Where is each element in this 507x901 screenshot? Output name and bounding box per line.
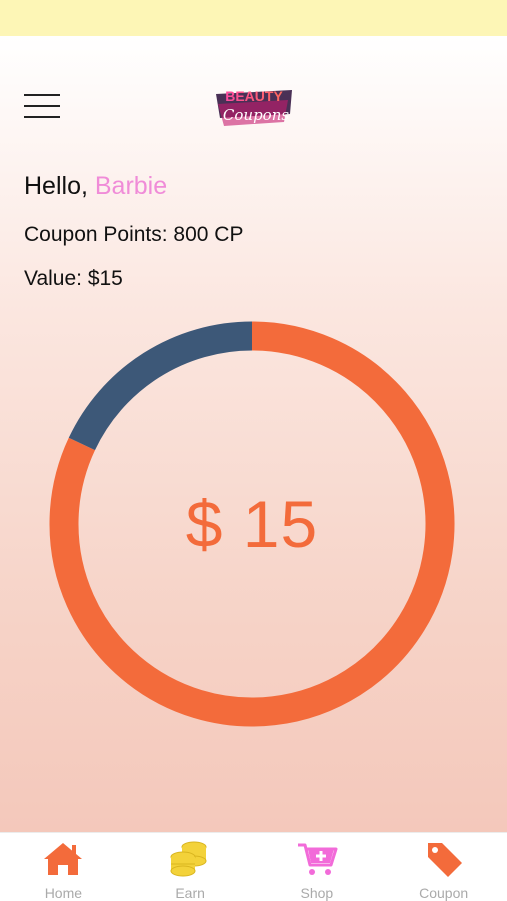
donut-center-value: $ 15 [185,487,319,561]
menu-button[interactable] [24,94,60,120]
tab-coupon[interactable]: Coupon [380,833,507,901]
status-bar [0,0,507,36]
greeting-prefix: Hello, [24,172,95,200]
user-name: Barbie [94,172,168,200]
tab-home-label: Home [44,885,83,901]
tab-shop-label: Shop [300,885,334,901]
bottom-tab-bar: Home Earn Shop Coupon [0,832,507,901]
coupon-points: Coupon Points: 800 CP [24,223,244,246]
tag-icon [427,843,462,877]
donut-slice-1 [68,321,253,451]
shopping-cart-icon [297,843,338,875]
logo-line2: Coupons [223,106,289,124]
home-icon [44,843,83,875]
tab-coupon-label: Coupon [419,885,469,901]
coins-icon [170,841,207,877]
logo-line1: BEAUTY [225,88,283,104]
greeting: Hello, Barbie [24,172,167,201]
tab-shop[interactable]: Shop [254,833,381,901]
tab-earn-label: Earn [175,885,205,901]
tab-earn[interactable]: Earn [127,833,254,901]
beauty-coupons-logo: BEAUTY Coupons [216,88,292,126]
tab-home[interactable]: Home [0,833,127,901]
coupon-value: Value: $15 [24,267,123,290]
